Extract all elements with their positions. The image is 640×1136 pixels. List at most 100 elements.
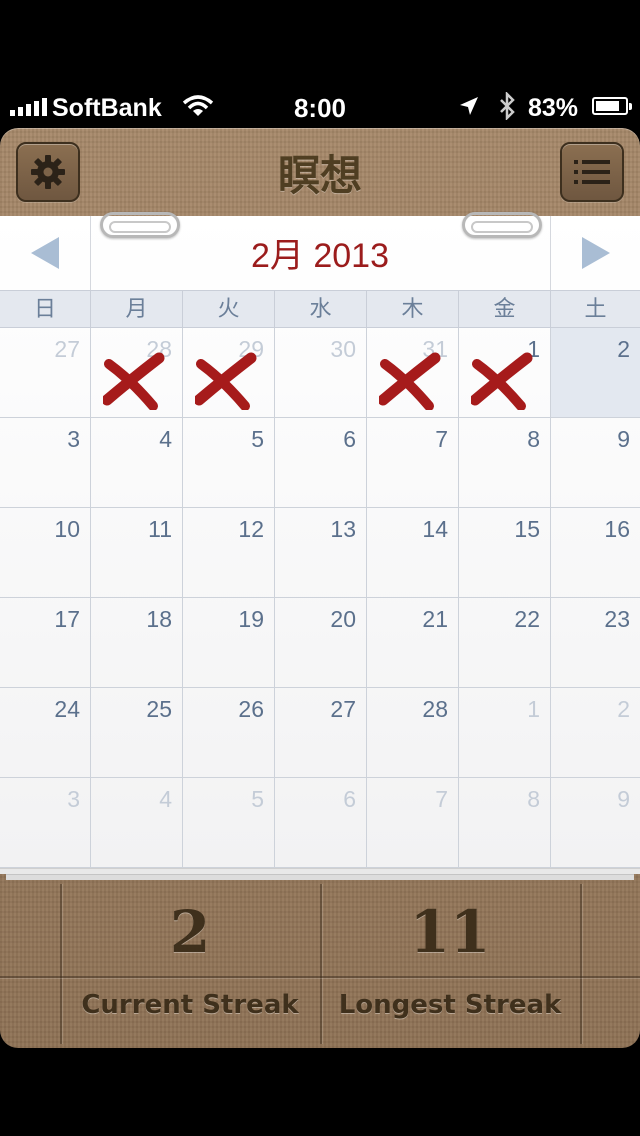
completed-x-mark-icon [103,352,165,410]
calendar-day[interactable]: 22 [459,598,551,688]
calendar-day[interactable]: 2 [551,688,640,778]
day-number: 24 [54,696,80,722]
day-number: 8 [527,426,540,452]
calendar-day[interactable]: 27 [0,328,91,418]
weekday-label: 金 [459,291,551,329]
day-number: 21 [422,606,448,632]
current-streak-label: Current Streak [81,990,299,1020]
calendar-day[interactable]: 15 [459,508,551,598]
calendar-day[interactable]: 27 [275,688,367,778]
day-number: 4 [159,426,172,452]
calendar-day[interactable]: 31 [367,328,459,418]
calendar-day[interactable]: 14 [367,508,459,598]
day-number: 11 [148,516,172,542]
calendar-day[interactable]: 13 [275,508,367,598]
day-number: 6 [343,426,356,452]
weekday-label: 月 [91,291,183,329]
calendar-day[interactable]: 3 [0,418,91,508]
day-number: 8 [527,786,540,812]
calendar-day[interactable]: 29 [183,328,275,418]
day-number: 18 [146,606,172,632]
day-number: 17 [54,606,80,632]
paper-clip-icon [100,212,180,238]
day-number: 2 [617,696,630,722]
next-month-button[interactable] [550,216,640,290]
calendar-day[interactable]: 8 [459,778,551,868]
calendar-day[interactable]: 17 [0,598,91,688]
longest-streak-value: 11 [409,898,491,966]
calendar-day[interactable]: 10 [0,508,91,598]
battery-percentage: 83% [528,94,579,122]
weekday-label: 木 [367,291,459,329]
previous-month-button[interactable] [0,216,91,290]
calendar-day[interactable]: 5 [183,778,275,868]
day-number: 28 [422,696,448,722]
calendar-day[interactable]: 16 [551,508,640,598]
day-number: 3 [67,786,80,812]
status-bar: SoftBank 8:00 83% [0,88,640,128]
calendar-day[interactable]: 12 [183,508,275,598]
calendar-day[interactable]: 3 [0,778,91,868]
app-title: 瞑想 [277,151,362,200]
day-number: 3 [67,426,80,452]
calendar-day[interactable]: 20 [275,598,367,688]
calendar-day[interactable]: 21 [367,598,459,688]
location-arrow-icon [458,95,480,124]
day-number: 5 [251,786,264,812]
calendar-day[interactable]: 24 [0,688,91,778]
calendar-day[interactable]: 26 [183,688,275,778]
paper-clip-icon [462,212,542,238]
calendar-day[interactable]: 9 [551,778,640,868]
day-number: 12 [238,516,264,542]
paper-stack-edge [6,874,634,880]
calendar-day[interactable]: 6 [275,778,367,868]
calendar-day[interactable]: 4 [91,778,183,868]
day-number: 23 [604,606,630,632]
completed-x-mark-icon [471,352,533,410]
calendar-day[interactable]: 7 [367,418,459,508]
day-number: 10 [54,516,80,542]
day-number: 2 [617,336,630,362]
completed-x-mark-icon [195,352,257,410]
calendar-day[interactable]: 18 [91,598,183,688]
calendar-day[interactable]: 30 [275,328,367,418]
completed-x-mark-icon [379,352,441,410]
day-number: 22 [514,606,540,632]
calendar-day[interactable]: 9 [551,418,640,508]
calendar-day[interactable]: 1 [459,328,551,418]
longest-streak-label: Longest Streak [338,990,562,1020]
day-number: 4 [159,786,172,812]
weekday-label: 土 [584,297,607,322]
calendar-day[interactable]: 8 [459,418,551,508]
calendar-day[interactable]: 7 [367,778,459,868]
day-number: 9 [617,426,630,452]
day-number: 1 [527,696,540,722]
day-number: 30 [330,336,356,362]
calendar-day-today[interactable]: 2 [551,328,640,418]
day-number: 27 [54,336,80,362]
calendar-day[interactable]: 5 [183,418,275,508]
calendar-day[interactable]: 11 [91,508,183,598]
calendar-day[interactable]: 28 [367,688,459,778]
calendar-day[interactable]: 6 [275,418,367,508]
day-number: 26 [238,696,264,722]
calendar-day[interactable]: 23 [551,598,640,688]
calendar-day[interactable]: 19 [183,598,275,688]
current-streak-value: 2 [169,898,211,966]
day-number: 16 [604,516,630,542]
calendar-day[interactable]: 4 [91,418,183,508]
calendar-day[interactable]: 25 [91,688,183,778]
stitch-divider [580,884,583,1044]
day-number: 25 [146,696,172,722]
day-number: 19 [238,606,264,632]
menu-list-button[interactable] [560,142,624,202]
day-number: 6 [343,786,356,812]
day-number: 7 [435,786,448,812]
day-number: 7 [435,426,448,452]
calendar-day[interactable]: 28 [91,328,183,418]
day-number: 13 [330,516,356,542]
day-number: 20 [330,606,356,632]
battery-icon [592,97,632,115]
calendar-day[interactable]: 1 [459,688,551,778]
list-icon [574,160,610,184]
